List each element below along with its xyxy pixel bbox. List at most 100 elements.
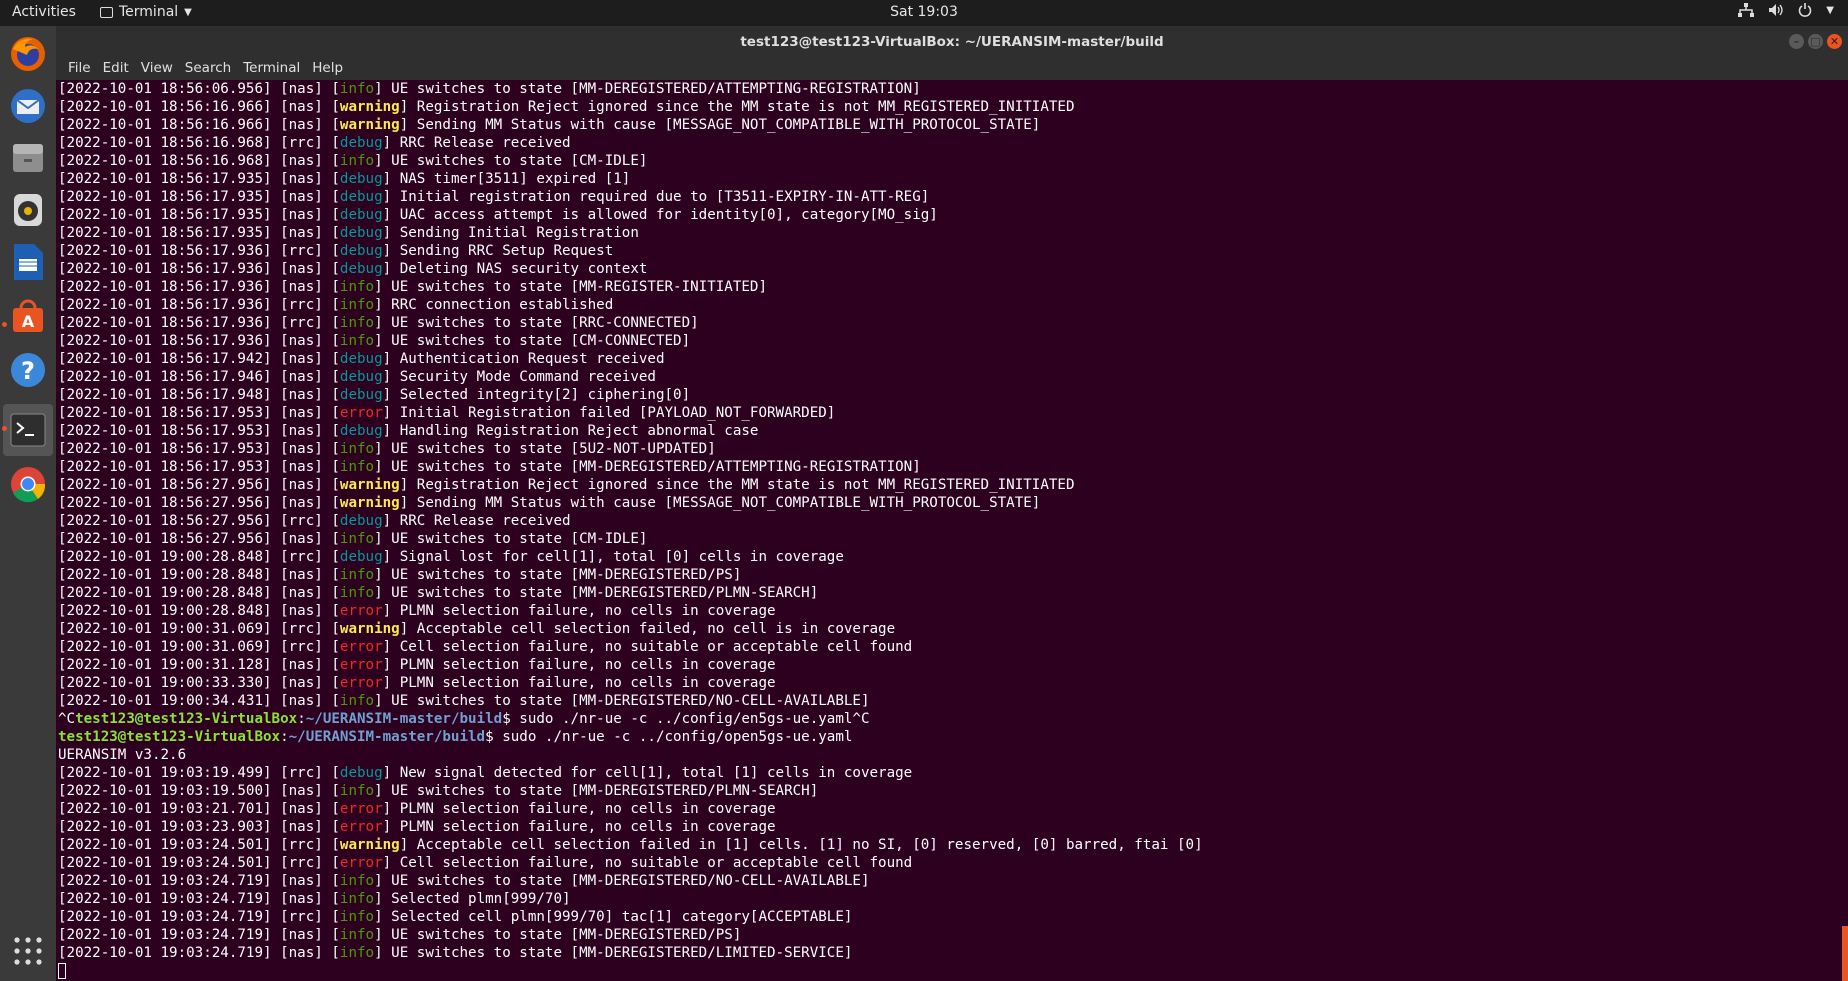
log-timestamp: [2022-10-01 18:56:16.966] (58, 99, 272, 115)
log-timestamp: [2022-10-01 18:56:17.948] (58, 387, 272, 403)
log-level: error (339, 675, 383, 691)
log-module: [nas] (280, 459, 323, 475)
log-line: [2022-10-01 18:56:17.935] [nas] [debug] … (58, 207, 938, 223)
log-message: Selected plmn[999/70] (382, 891, 571, 907)
log-line: [2022-10-01 19:00:31.069] [rrc] [warning… (58, 621, 896, 637)
log-message: UAC access attempt is allowed for identi… (391, 207, 938, 223)
firefox-icon[interactable] (8, 34, 48, 74)
log-module: [nas] (280, 819, 323, 835)
log-message: UE switches to state [MM-DEREGISTERED/AT… (382, 459, 921, 475)
log-message: PLMN selection failure, no cells in cove… (391, 819, 776, 835)
log-module: [rrc] (280, 297, 323, 313)
log-module: [nas] (280, 81, 323, 97)
log-module: [nas] (280, 531, 323, 547)
log-level: warning (339, 99, 400, 115)
app-menu[interactable]: Terminal ▼ (100, 4, 192, 20)
activities-button[interactable]: Activities (12, 4, 76, 20)
minimize-button[interactable]: – (1789, 34, 1804, 49)
log-timestamp: [2022-10-01 18:56:17.936] (58, 243, 272, 259)
log-module: [rrc] (280, 909, 323, 925)
menu-search[interactable]: Search (179, 58, 237, 80)
log-module: [nas] (280, 405, 323, 421)
show-applications-icon[interactable] (8, 931, 48, 971)
log-timestamp: [2022-10-01 19:03:24.719] (58, 891, 272, 907)
dock: A ? (0, 26, 56, 981)
clock[interactable]: Sat 19:03 (0, 4, 1848, 20)
log-message: UE switches to state [MM-DEREGISTERED/PS… (382, 927, 742, 943)
rhythmbox-icon[interactable] (8, 190, 48, 230)
help-icon[interactable]: ? (8, 350, 48, 390)
terminal-output[interactable]: [2022-10-01 18:56:06.956] [nas] [info] U… (58, 80, 1848, 981)
terminal-icon[interactable] (8, 410, 48, 450)
log-line: [2022-10-01 18:56:17.953] [nas] [error] … (58, 405, 836, 421)
svg-text:?: ? (21, 357, 35, 385)
log-line: [2022-10-01 18:56:27.956] [nas] [warning… (58, 477, 1075, 493)
system-tray[interactable]: ▼ (1738, 3, 1834, 17)
log-level: error (339, 819, 383, 835)
log-level: debug (339, 351, 383, 367)
log-timestamp: [2022-10-01 19:03:19.500] (58, 783, 272, 799)
log-level: error (339, 855, 383, 871)
writer-icon[interactable] (8, 242, 48, 282)
window-controls: – □ ✕ (1789, 34, 1842, 49)
terminal-app-icon (100, 6, 113, 18)
thunderbird-icon[interactable] (8, 86, 48, 126)
log-module: [nas] (280, 783, 323, 799)
log-module: [nas] (280, 675, 323, 691)
log-module: [rrc] (280, 837, 323, 853)
log-module: [nas] (280, 873, 323, 889)
menu-help[interactable]: Help (306, 58, 349, 80)
log-line: [2022-10-01 19:00:31.128] [nas] [error] … (58, 657, 776, 673)
log-level: info (339, 585, 375, 601)
log-timestamp: [2022-10-01 18:56:17.942] (58, 351, 272, 367)
log-module: [rrc] (280, 765, 323, 781)
log-timestamp: [2022-10-01 19:00:28.848] (58, 567, 272, 583)
log-level: info (339, 567, 375, 583)
log-level: debug (339, 189, 383, 205)
log-timestamp: [2022-10-01 19:03:21.701] (58, 801, 272, 817)
network-icon (1738, 3, 1755, 17)
log-message: UE switches to state [RRC-CONNECTED] (382, 315, 699, 331)
log-level: info (339, 891, 375, 907)
close-button[interactable]: ✕ (1827, 34, 1842, 49)
log-timestamp: [2022-10-01 19:00:28.848] (58, 603, 272, 619)
title-bar[interactable]: test123@test123-VirtualBox: ~/UERANSIM-m… (56, 26, 1848, 58)
scrollbar-thumb[interactable] (1842, 926, 1848, 981)
log-line: [2022-10-01 19:00:33.330] [nas] [error] … (58, 675, 776, 691)
log-level: info (339, 945, 375, 961)
log-module: [nas] (280, 189, 323, 205)
menu-view[interactable]: View (135, 58, 179, 80)
log-message: NAS timer[3511] expired [1] (391, 171, 631, 187)
log-line: [2022-10-01 18:56:17.953] [nas] [info] U… (58, 459, 921, 475)
output-text: UERANSIM v3.2.6 (58, 747, 187, 763)
log-level: debug (339, 207, 383, 223)
log-timestamp: [2022-10-01 19:00:28.848] (58, 549, 272, 565)
log-message: UE switches to state [MM-DEREGISTERED/NO… (382, 873, 870, 889)
log-module: [nas] (280, 477, 323, 493)
log-message: UE switches to state [CM-IDLE] (382, 153, 648, 169)
log-timestamp: [2022-10-01 18:56:17.935] (58, 189, 272, 205)
chrome-icon[interactable] (8, 464, 48, 504)
log-line: [2022-10-01 18:56:17.935] [nas] [debug] … (58, 189, 930, 205)
log-module: [nas] (280, 171, 323, 187)
menu-terminal[interactable]: Terminal (237, 58, 306, 80)
log-line: [2022-10-01 18:56:06.956] [nas] [info] U… (58, 81, 921, 97)
log-timestamp: [2022-10-01 18:56:17.953] (58, 405, 272, 421)
log-module: [rrc] (280, 135, 323, 151)
log-message: Selected integrity[2] ciphering[0] (391, 387, 691, 403)
log-timestamp: [2022-10-01 18:56:27.956] (58, 531, 272, 547)
maximize-button[interactable]: □ (1808, 34, 1823, 49)
log-level: debug (339, 765, 383, 781)
log-message: UE switches to state [MM-DEREGISTERED/PL… (382, 783, 819, 799)
files-icon[interactable] (8, 138, 48, 178)
log-message: Sending MM Status with cause [MESSAGE_NO… (408, 117, 1041, 133)
software-center-icon[interactable]: A (8, 296, 48, 336)
log-timestamp: [2022-10-01 19:03:24.501] (58, 855, 272, 871)
window-title: test123@test123-VirtualBox: ~/UERANSIM-m… (740, 34, 1164, 50)
menu-file[interactable]: File (62, 58, 97, 80)
log-message: UE switches to state [MM-DEREGISTERED/PS… (382, 567, 742, 583)
log-message: UE switches to state [CM-IDLE] (382, 531, 648, 547)
menu-edit[interactable]: Edit (97, 58, 135, 80)
log-level: debug (339, 243, 383, 259)
log-timestamp: [2022-10-01 18:56:17.953] (58, 459, 272, 475)
